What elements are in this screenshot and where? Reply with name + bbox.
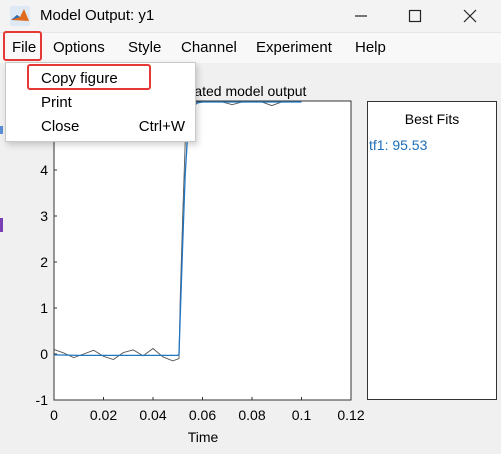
y-tick-label: -1 bbox=[36, 392, 49, 408]
y-tick-label: 4 bbox=[40, 162, 48, 178]
x-tick-label: 0.06 bbox=[189, 407, 216, 423]
x-tick-label: 0.04 bbox=[139, 407, 166, 423]
best-fits-title: Best Fits bbox=[404, 111, 460, 127]
best-fits-panel: Best Fits tf1: 95.53 bbox=[367, 101, 497, 400]
copy-figure-highlight bbox=[27, 64, 151, 90]
y-tick-label: 0 bbox=[40, 346, 48, 362]
best-fit-entry[interactable]: tf1: 95.53 bbox=[369, 137, 427, 153]
x-tick-label: 0 bbox=[50, 407, 58, 423]
x-tick-label: 0.02 bbox=[90, 407, 117, 423]
x-axis-label: Time bbox=[188, 429, 219, 445]
y-tick-label: 1 bbox=[40, 300, 48, 316]
close-shortcut: Ctrl+W bbox=[138, 118, 185, 135]
menu-item-print[interactable]: Print bbox=[41, 94, 72, 111]
menu-item-close[interactable]: Close bbox=[41, 118, 79, 135]
y-tick-label: 2 bbox=[40, 254, 48, 270]
x-tick-label: 0.08 bbox=[238, 407, 265, 423]
x-tick-label: 0.1 bbox=[292, 407, 312, 423]
y-tick-label: 3 bbox=[40, 208, 48, 224]
x-tick-label: 0.12 bbox=[337, 407, 364, 423]
